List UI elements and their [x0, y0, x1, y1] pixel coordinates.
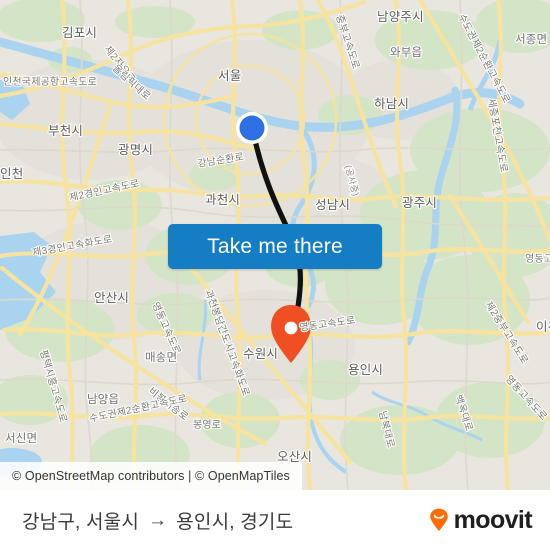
map-label: 광명시	[118, 143, 153, 157]
map-label: 봉영로	[193, 419, 221, 431]
take-me-there-button[interactable]: Take me there	[168, 224, 382, 269]
origin-marker[interactable]	[236, 112, 268, 144]
map-label: 수원시	[243, 347, 278, 361]
map-label: 광주시	[402, 196, 437, 210]
map-label: 와부읍	[390, 46, 422, 59]
map-label: 매송면	[145, 351, 177, 364]
map-canvas[interactable]: 김포시 제2자유로 올림픽대로 인천국제공항고속도로 서울 남양주시 서종면 와부읍 하남시 수도…	[0, 0, 550, 490]
map-label: 서종면	[515, 33, 547, 46]
map-label: 남양주시	[377, 10, 424, 24]
map-label: 이천	[536, 319, 550, 334]
map-label: 용인시	[348, 363, 383, 377]
map-label: 영동고속도로	[525, 253, 550, 265]
moovit-logo[interactable]: moovit	[426, 505, 533, 534]
map-label: 남양읍	[87, 393, 119, 406]
attribution-text: © OpenStreetMap contributors | © OpenMap…	[12, 469, 290, 483]
footer-bar: 강남구, 서울시 → 용인시, 경기도 moovit	[0, 490, 550, 550]
map-label: 서신면	[5, 432, 37, 445]
map-label: 서울	[218, 69, 241, 83]
moovit-wordmark: moovit	[453, 505, 533, 534]
map-share-page: 김포시 제2자유로 올림픽대로 인천국제공항고속도로 서울 남양주시 서종면 와부읍 하남시 수도…	[0, 0, 550, 550]
map-label: 성남시	[315, 198, 350, 212]
moovit-pin-icon	[429, 508, 448, 531]
arrow-right-icon: →	[148, 509, 168, 531]
map-label: 과천시	[205, 192, 240, 207]
map-label: 하남시	[374, 97, 409, 111]
map-label: 인천	[0, 166, 23, 181]
map-label: 인천국제공항고속도로	[3, 76, 97, 88]
route-destination-label: 용인시, 경기도	[176, 511, 294, 533]
map-label: 안산시	[94, 291, 129, 305]
route-origin-label: 강남구, 서울시	[22, 511, 140, 533]
map-label: 부천시	[48, 123, 83, 138]
map-attribution: © OpenStreetMap contributors | © OpenMap…	[0, 462, 302, 490]
map-label: 김포시	[62, 26, 97, 40]
route-summary: 강남구, 서울시 → 용인시, 경기도	[22, 507, 293, 534]
